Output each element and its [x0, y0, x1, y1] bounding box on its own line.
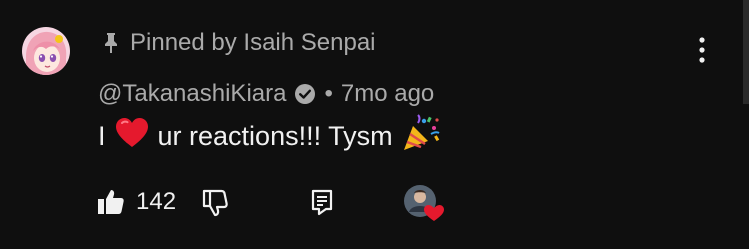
thumbs-down-icon — [202, 189, 228, 217]
scrollbar[interactable] — [743, 0, 749, 104]
dislike-button[interactable] — [200, 187, 230, 217]
thumbs-up-icon — [98, 190, 124, 214]
comment-menu-button[interactable] — [690, 32, 714, 68]
reply-button[interactable] — [310, 188, 336, 216]
comment-text: I ur reactions!!! Tysm — [98, 113, 449, 157]
comment-actions: 142 — [96, 182, 336, 222]
party-popper-emoji — [401, 113, 441, 159]
meta-separator: • — [324, 80, 333, 107]
pinned-comment: Pinned by Isaih Senpai @TakanashiKiara •… — [0, 0, 749, 249]
reply-comment-icon — [311, 189, 333, 216]
pinned-label: Pinned by Isaih Senpai — [130, 29, 376, 56]
pin-icon — [100, 30, 122, 56]
avatar-image — [22, 27, 70, 75]
like-button[interactable] — [96, 187, 126, 217]
author-avatar[interactable] — [22, 27, 70, 75]
comment-text-start: I — [98, 120, 106, 151]
red-heart-emoji — [114, 116, 150, 157]
author-handle[interactable]: @TakanashiKiara — [98, 80, 286, 108]
comment-text-end: ur reactions!!! Tysm — [157, 120, 393, 151]
like-count: 142 — [136, 188, 177, 215]
comment-timestamp[interactable]: 7mo ago — [341, 80, 434, 108]
comment-meta: @TakanashiKiara • 7mo ago — [98, 78, 434, 110]
more-vertical-icon — [699, 37, 705, 63]
verified-check-icon — [294, 83, 316, 105]
pinned-by-row: Pinned by Isaih Senpai — [100, 28, 376, 58]
creator-heart-badge[interactable] — [402, 184, 446, 224]
